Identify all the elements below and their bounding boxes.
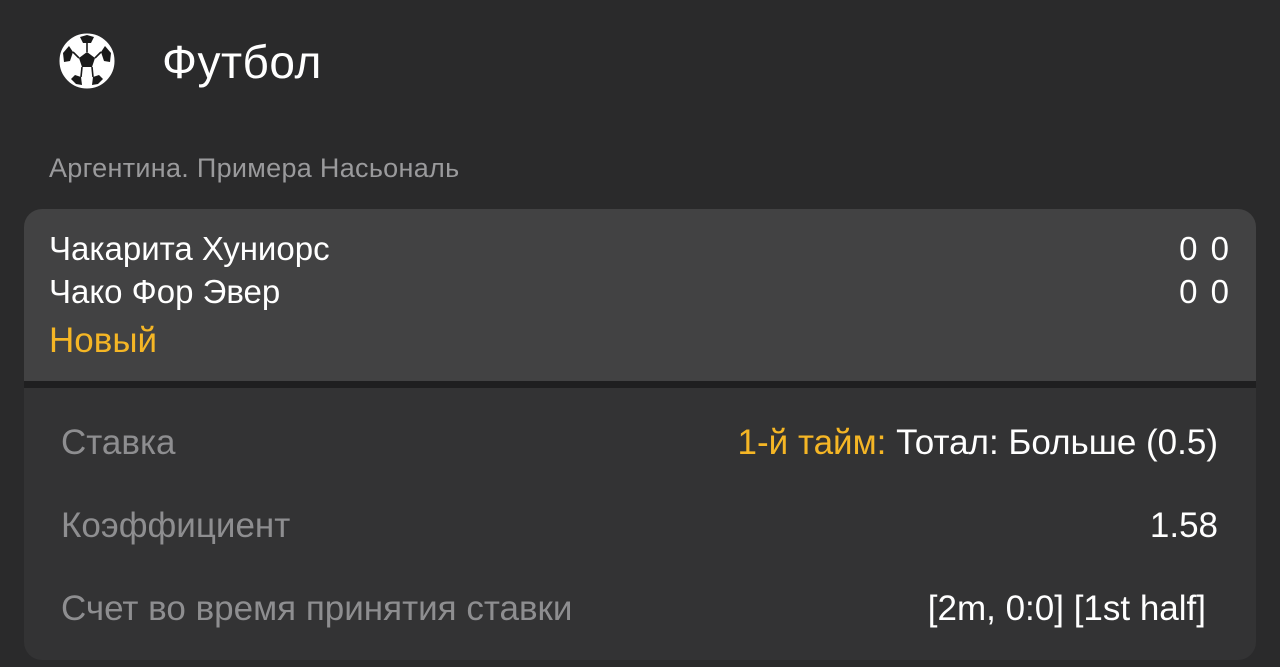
page-title: Футбол bbox=[162, 36, 322, 88]
match-status: Новый bbox=[49, 321, 158, 360]
bet-period: 1-й тайм: bbox=[737, 423, 887, 462]
bet-market: Тотал: Больше (0.5) bbox=[886, 423, 1218, 462]
bet-score-value: [2m, 0:0] [1st half] bbox=[927, 589, 1206, 628]
team-name: Чако Фор Эвер bbox=[49, 273, 281, 310]
bet-value: 1-й тайм: Тотал: Больше (0.5) bbox=[738, 418, 1218, 468]
bet-details-card: Ставка 1-й тайм: Тотал: Больше (0.5) Коэ… bbox=[24, 388, 1256, 660]
bet-label: Счет во время принятия ставки bbox=[61, 589, 573, 628]
league-name: Аргентина. Примера Насьональ bbox=[49, 153, 460, 183]
team-score: 0 0 bbox=[1179, 230, 1229, 267]
team-score: 0 0 bbox=[1179, 273, 1229, 310]
team-row-away: Чако Фор Эвер 0 0 bbox=[49, 270, 1229, 314]
bet-label: Ставка bbox=[61, 423, 176, 462]
divider bbox=[24, 381, 1256, 388]
bet-row-score-at-bet: Счет во время принятия ставки [2m, 0:0] … bbox=[61, 584, 1218, 634]
header: Футбол bbox=[0, 0, 1280, 125]
bet-row-selection: Ставка 1-й тайм: Тотал: Больше (0.5) bbox=[61, 418, 1218, 468]
soccer-ball-icon bbox=[58, 32, 116, 90]
team-name: Чакарита Хуниорс bbox=[49, 230, 330, 267]
match-card[interactable]: Чакарита Хуниорс 0 0 Чако Фор Эвер 0 0 Н… bbox=[24, 209, 1256, 381]
team-row-home: Чакарита Хуниорс 0 0 bbox=[49, 227, 1229, 271]
bet-label: Коэффициент bbox=[61, 506, 291, 545]
bet-odds-value: 1.58 bbox=[1149, 506, 1218, 545]
bet-row-odds: Коэффициент 1.58 bbox=[61, 501, 1218, 551]
